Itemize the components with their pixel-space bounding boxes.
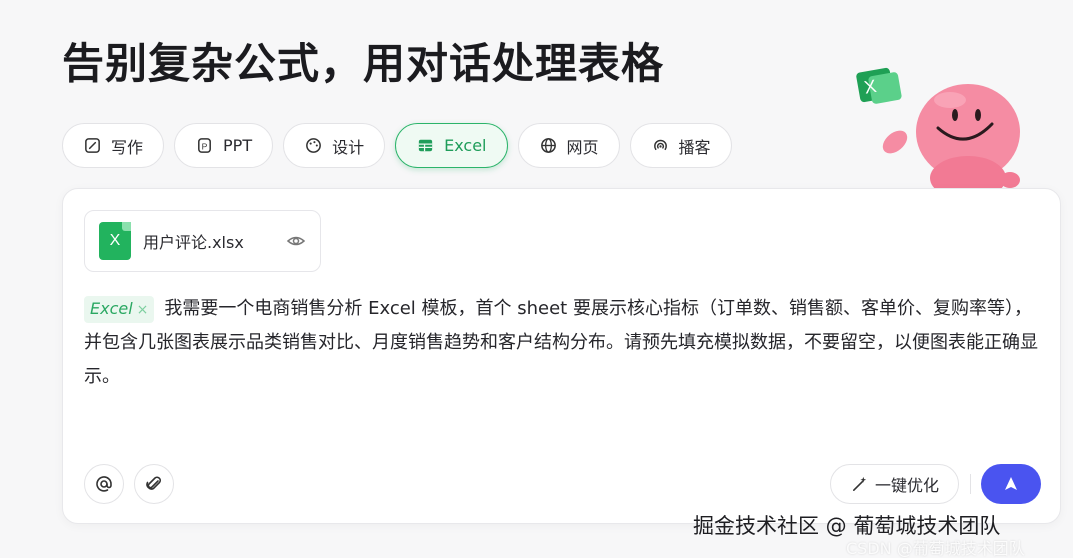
tab-webpage[interactable]: 网页 [517, 123, 620, 168]
tab-podcast[interactable]: 播客 [629, 123, 732, 168]
chat-composer: X 用户评论.xlsx Excel × 我需要一个电商销售分析 Excel 模板，首… [62, 188, 1061, 524]
mascot-illustration: X [856, 67, 1020, 200]
watermark-secondary: CSDN @葡萄城技术团队 [846, 539, 1025, 558]
send-arrow-icon [1005, 477, 1017, 490]
globe-icon [540, 138, 556, 153]
optimize-button[interactable]: 一键优化 [830, 464, 959, 504]
tab-ppt[interactable]: P PPT [174, 123, 274, 168]
podcast-icon [653, 139, 667, 151]
pen-icon [85, 138, 100, 153]
table-icon [418, 139, 433, 152]
attachment-file-name: 用户评论.xlsx [143, 233, 244, 252]
xlsx-file-icon: X [99, 222, 131, 260]
page-title: 告别复杂公式，用对话处理表格 [62, 39, 665, 88]
tag-close-icon[interactable]: × [137, 302, 149, 318]
attachment-chip[interactable]: X 用户评论.xlsx [84, 210, 321, 272]
tab-excel[interactable]: Excel [395, 123, 508, 168]
svg-text:P: P [202, 141, 208, 151]
tab-label: 网页 [566, 137, 599, 157]
prompt-text: 我需要一个电商销售分析 Excel 模板，首个 sheet 要展示核心指标（订单… [84, 298, 1038, 387]
tab-label: 播客 [678, 137, 711, 157]
mention-button[interactable] [84, 464, 124, 504]
mode-tabs: 写作 P PPT 设计 Excel 网页 播客 [62, 123, 732, 168]
ppt-icon: P [198, 138, 211, 153]
eye-icon[interactable] [286, 231, 306, 251]
optimize-label: 一键优化 [874, 476, 939, 495]
tab-label: 写作 [111, 137, 144, 157]
paperclip-icon [146, 476, 161, 490]
tab-label: PPT [223, 136, 253, 155]
send-button[interactable] [981, 464, 1041, 504]
at-icon [96, 476, 112, 492]
tab-label: Excel [444, 136, 487, 155]
palette-icon [306, 138, 322, 153]
excel-mode-tag[interactable]: Excel × [84, 296, 155, 323]
attach-button[interactable] [134, 464, 174, 504]
tab-design[interactable]: 设计 [283, 123, 386, 168]
excel-logo-icon: X [856, 67, 902, 104]
toolbar-divider [970, 474, 971, 494]
tab-label: 设计 [332, 137, 365, 157]
prompt-input[interactable]: Excel × 我需要一个电商销售分析 Excel 模板，首个 sheet 要展示核… [84, 292, 1039, 394]
magic-wand-icon [852, 476, 867, 491]
tab-writing[interactable]: 写作 [62, 123, 165, 168]
